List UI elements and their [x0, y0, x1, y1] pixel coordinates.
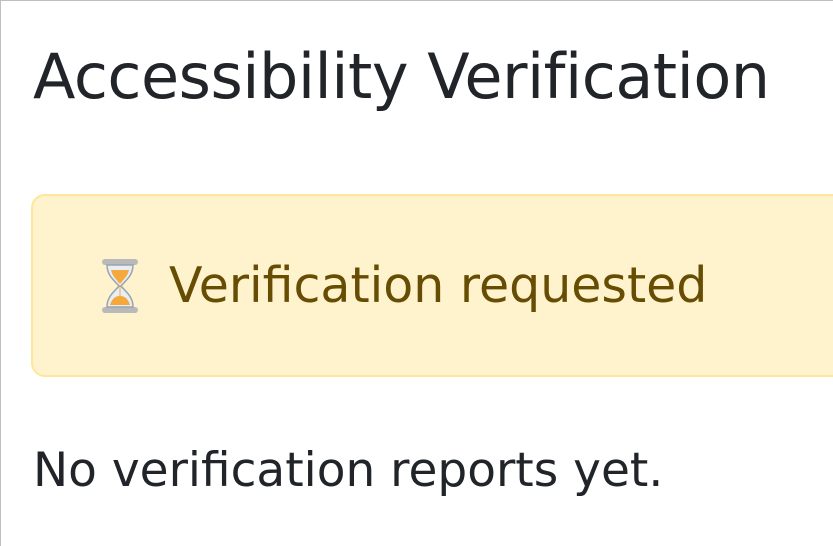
verification-status-alert: Verification requested [31, 194, 833, 377]
verification-status-text: Verification requested [169, 256, 708, 314]
page-title: Accessibility Verification [33, 40, 770, 113]
hourglass-icon [99, 258, 141, 314]
empty-reports-message: No verification reports yet. [33, 443, 664, 498]
